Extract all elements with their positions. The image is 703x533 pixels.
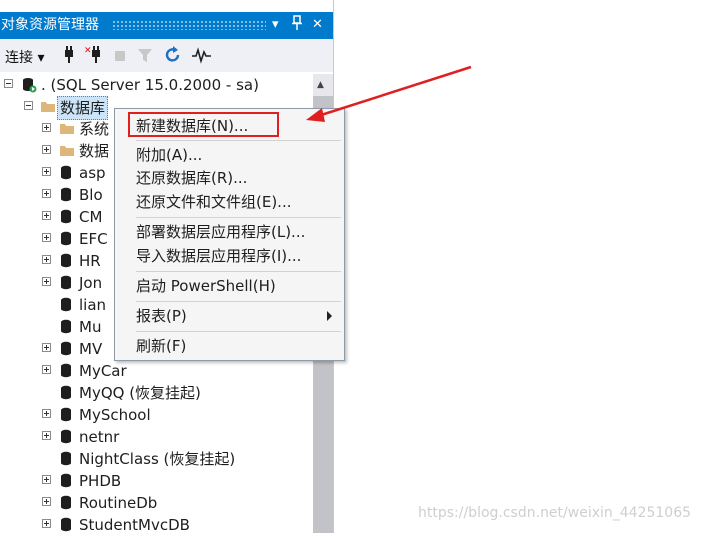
annotation-arrow-icon [306, 65, 472, 122]
watermark: https://blog.csdn.net/weixin_44251065 [418, 505, 692, 521]
